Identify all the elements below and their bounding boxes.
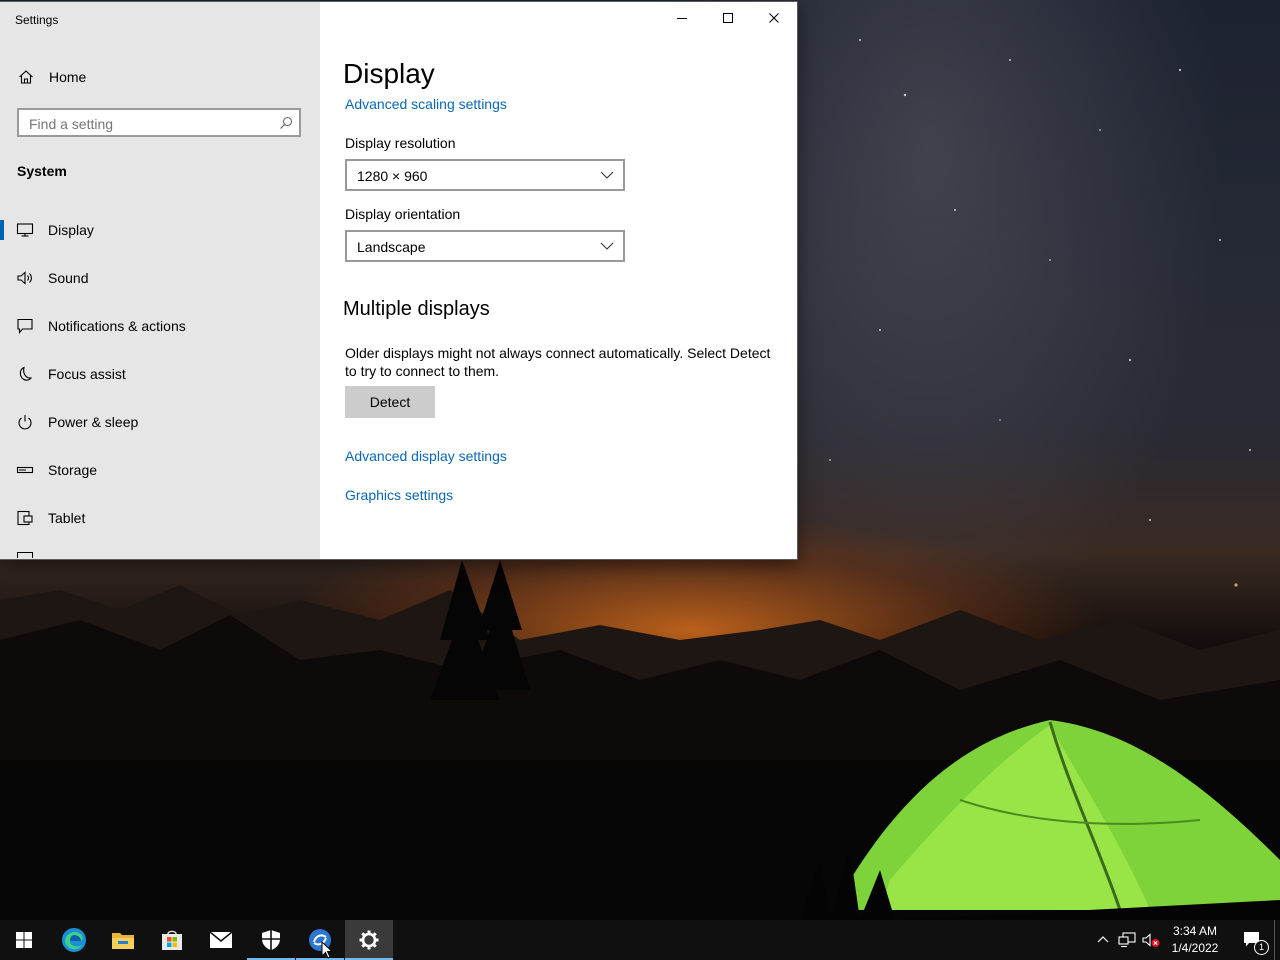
taskbar-edge-button[interactable] — [50, 920, 98, 960]
display-resolution-label: Display resolution — [345, 135, 456, 151]
taskbar-security-button[interactable] — [247, 920, 295, 960]
display-resolution-value: 1280 × 960 — [357, 168, 428, 184]
home-icon — [19, 70, 33, 84]
network-icon[interactable] — [1118, 932, 1136, 948]
sidebar-item-label: Storage — [48, 462, 98, 478]
detect-button[interactable]: Detect — [345, 386, 435, 418]
settings-sidebar: Settings Home Find a setting System Disp… — [0, 2, 320, 559]
minimize-icon — [677, 18, 687, 19]
settings-window: Settings Home Find a setting System Disp… — [0, 2, 797, 559]
taskbar-settings-button[interactable] — [345, 920, 393, 960]
sidebar-item-power-sleep[interactable]: Power & sleep — [0, 402, 320, 442]
moon-icon — [19, 366, 33, 381]
start-icon — [16, 932, 32, 948]
sidebar-item-label: Power & sleep — [48, 414, 139, 430]
start-button[interactable] — [0, 920, 48, 960]
window-title: Settings — [15, 13, 59, 27]
mail-icon — [209, 931, 233, 948]
taskbar-clock[interactable]: 3:34 AM 1/4/2022 — [1166, 923, 1224, 957]
sidebar-home-label: Home — [49, 69, 87, 85]
edge-icon — [62, 928, 86, 952]
display-orientation-label: Display orientation — [345, 206, 461, 222]
chevron-down-icon — [600, 242, 614, 250]
show-desktop-button[interactable] — [1274, 920, 1280, 960]
close-icon — [769, 13, 779, 23]
sidebar-item-home[interactable]: Home — [0, 60, 320, 94]
security-icon — [262, 930, 280, 950]
taskbar-store-button[interactable] — [148, 920, 196, 960]
display-orientation-value: Landscape — [357, 239, 426, 255]
sidebar-item-tablet[interactable]: Tablet — [0, 498, 320, 538]
chevron-down-icon — [600, 171, 614, 179]
maximize-icon — [723, 13, 733, 23]
multiple-displays-description: Older displays might not always connect … — [345, 345, 771, 379]
search-icon[interactable] — [279, 116, 293, 130]
file-explorer-icon — [112, 933, 134, 949]
multiple-displays-heading: Multiple displays — [343, 298, 490, 320]
maximize-button[interactable] — [705, 2, 751, 34]
sidebar-item-label: Notifications & actions — [48, 318, 186, 334]
sidebar-item-storage[interactable]: Storage — [0, 450, 320, 490]
monitor-icon — [16, 223, 34, 237]
sidebar-item-partial-icon — [17, 552, 33, 558]
search-placeholder: Find a setting — [29, 116, 114, 132]
display-orientation-dropdown[interactable]: Landscape — [345, 230, 625, 262]
sidebar-item-focus-assist[interactable]: Focus assist — [0, 354, 320, 394]
page-title: Display — [343, 58, 435, 89]
power-icon — [18, 415, 32, 430]
sidebar-section-system: System — [17, 163, 67, 179]
taskbar: 3:34 AM 1/4/2022 1 — [0, 920, 1280, 960]
action-center-button[interactable]: 1 — [1234, 920, 1270, 960]
sidebar-item-display[interactable]: Display — [0, 210, 320, 250]
settings-icon — [359, 930, 379, 950]
sidebar-item-label: Display — [48, 222, 94, 238]
advanced-display-settings-link[interactable]: Advanced display settings — [345, 448, 507, 464]
display-resolution-dropdown[interactable]: 1280 × 960 — [345, 159, 625, 191]
mouse-cursor-icon — [321, 941, 333, 959]
clock-date: 1/4/2022 — [1171, 941, 1219, 955]
speaker-icon — [17, 271, 32, 285]
advanced-scaling-settings-link[interactable]: Advanced scaling settings — [345, 96, 507, 112]
taskbar-mail-button[interactable] — [197, 920, 245, 960]
store-icon — [162, 930, 182, 950]
sidebar-item-sound[interactable]: Sound — [0, 258, 320, 298]
clock-time: 3:34 AM — [1172, 924, 1218, 938]
close-button[interactable] — [751, 2, 797, 34]
search-input[interactable]: Find a setting — [17, 108, 301, 137]
show-hidden-icons-chevron-up-icon[interactable] — [1096, 932, 1110, 946]
taskbar-remote-app-button[interactable] — [296, 920, 344, 960]
sidebar-item-notifications[interactable]: Notifications & actions — [0, 306, 320, 346]
tablet-icon — [17, 510, 33, 526]
notification-count-badge: 1 — [1254, 940, 1269, 955]
message-icon — [17, 318, 33, 334]
storage-icon — [16, 466, 34, 474]
graphics-settings-link[interactable]: Graphics settings — [345, 487, 453, 503]
sidebar-item-label: Sound — [48, 270, 89, 286]
sidebar-item-label: Tablet — [48, 510, 86, 526]
taskbar-file-explorer-button[interactable] — [99, 920, 147, 960]
sidebar-item-label: Focus assist — [48, 366, 126, 382]
minimize-button[interactable] — [659, 2, 705, 34]
volume-muted-icon[interactable] — [1142, 932, 1160, 948]
settings-content: Display Advanced scaling settings Displa… — [320, 2, 797, 559]
